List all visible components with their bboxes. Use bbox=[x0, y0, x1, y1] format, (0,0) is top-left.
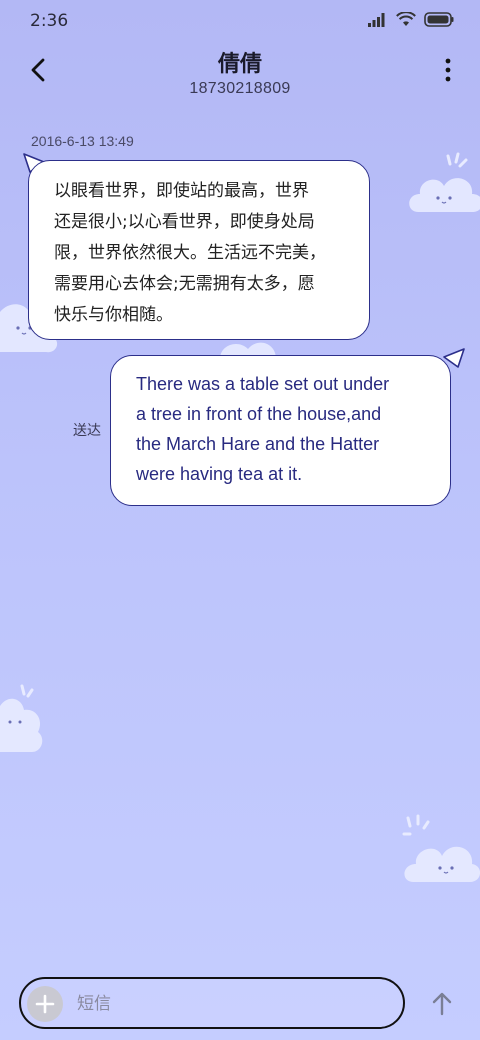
cloud-decoration-icon bbox=[402, 814, 480, 882]
cloud-decoration-icon bbox=[409, 152, 480, 212]
message-composer bbox=[19, 977, 405, 1029]
message-line: the March Hare and the Hatter bbox=[136, 434, 380, 454]
message-line: 需要用心去体会;无需拥有太多，愿 bbox=[54, 274, 315, 294]
battery-icon bbox=[424, 12, 454, 27]
contact-name: 倩倩 bbox=[217, 52, 262, 77]
signal-icon bbox=[368, 12, 385, 27]
contact-phone: 18730218809 bbox=[189, 80, 291, 97]
incoming-message-bubble[interactable]: 以眼看世界，即使站的最高，世界 还是很小;以心看世界，即使身处局 限，世界依然很… bbox=[28, 160, 370, 340]
message-line: a tree in front of the house,and bbox=[136, 404, 382, 424]
message-line: 限，世界依然很大。生活远不完美， bbox=[54, 243, 326, 263]
delivery-status: 送达 bbox=[73, 423, 101, 439]
more-vertical-icon[interactable] bbox=[438, 56, 458, 84]
message-line: 快乐与你相随。 bbox=[54, 305, 173, 325]
message-input[interactable] bbox=[77, 991, 377, 1017]
wifi-icon bbox=[396, 12, 416, 26]
back-arrow-icon[interactable] bbox=[22, 54, 54, 86]
add-attachment-button[interactable] bbox=[27, 986, 63, 1022]
status-icons bbox=[368, 12, 454, 27]
send-arrow-icon[interactable] bbox=[428, 990, 456, 1018]
conversation-header: 倩倩 18730218809 bbox=[0, 40, 480, 110]
cloud-decoration-icon bbox=[0, 684, 43, 752]
message-line: were having tea at it. bbox=[136, 464, 303, 484]
outgoing-message-bubble[interactable]: There was a table set out under a tree i… bbox=[110, 355, 451, 506]
status-bar: 2:36 bbox=[0, 0, 480, 40]
plus-icon bbox=[35, 994, 55, 1014]
status-time: 2:36 bbox=[30, 11, 69, 31]
message-line: 以眼看世界，即使站的最高，世界 bbox=[54, 181, 309, 201]
message-line: There was a table set out under bbox=[136, 374, 390, 394]
contact-title[interactable]: 倩倩 18730218809 bbox=[120, 46, 360, 98]
message-line: 还是很小;以心看世界，即使身处局 bbox=[54, 212, 315, 232]
message-timestamp: 2016-6-13 13:49 bbox=[31, 133, 134, 149]
